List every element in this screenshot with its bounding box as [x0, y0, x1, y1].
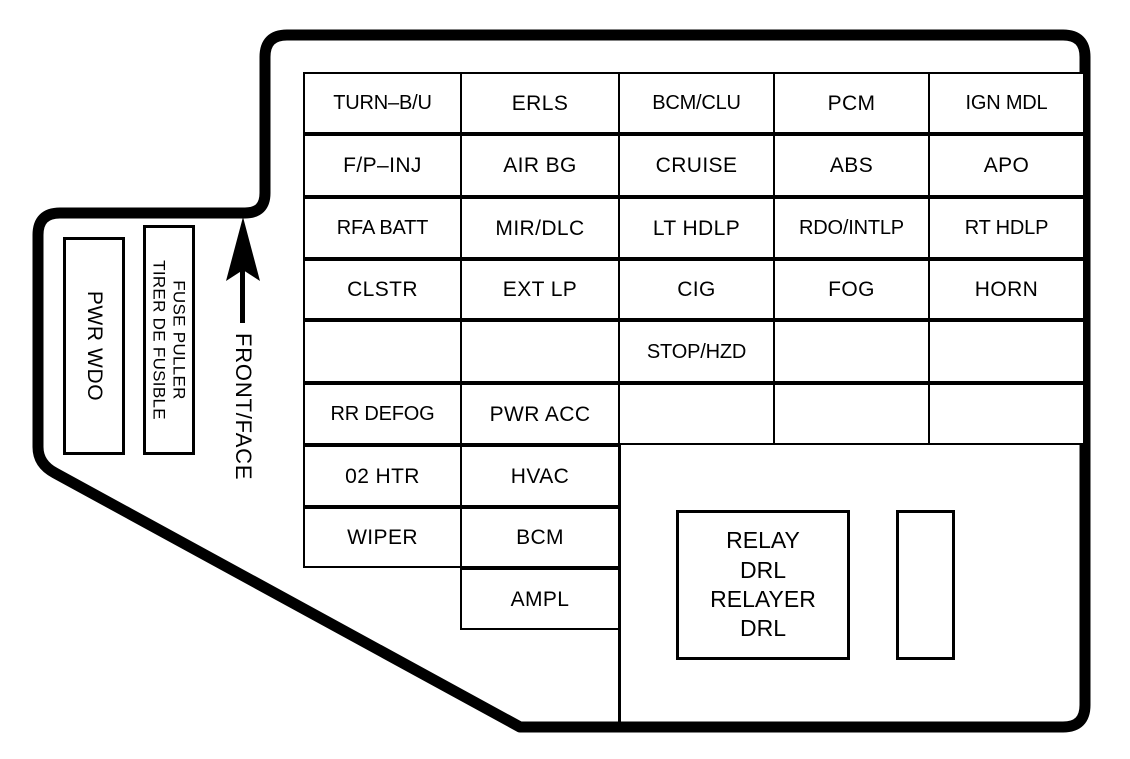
fuse-cell-empty[interactable]	[773, 320, 930, 383]
front-face-label: FRONT/FACE	[231, 333, 256, 481]
relay-drl-line-1: RELAY	[726, 527, 800, 554]
up-arrow-icon	[226, 217, 260, 323]
fuse-cell-empty[interactable]	[928, 383, 1085, 445]
relay-drl-line-3: RELAYER	[710, 586, 816, 612]
fuse-cell[interactable]: STOP/HZD	[618, 320, 775, 383]
fuse-cell[interactable]: ABS	[773, 134, 930, 197]
fuse-cell[interactable]: 02 HTR	[303, 445, 462, 507]
fuse-cell[interactable]: HVAC	[460, 445, 620, 507]
fuse-cell-empty[interactable]	[618, 383, 775, 445]
module-relay-drl[interactable]: RELAY DRL RELAYER DRL	[676, 510, 850, 660]
fuse-cell-empty[interactable]	[773, 383, 930, 445]
fuse-cell[interactable]: TURN–B/U	[303, 72, 462, 134]
fuse-cell[interactable]: EXT LP	[460, 259, 620, 320]
fuse-puller-line-1: FUSE PULLER	[169, 280, 189, 400]
fuse-cell[interactable]: CLSTR	[303, 259, 462, 320]
fuse-cell[interactable]: PCM	[773, 72, 930, 134]
module-pwr-wdo[interactable]: PWR WDO	[63, 237, 125, 455]
fuse-cell[interactable]: BCM/CLU	[618, 72, 775, 134]
module-pwr-wdo-label: PWR WDO	[82, 291, 106, 401]
fuse-puller-line-2: TIRER DE FUSIBLE	[150, 260, 169, 420]
fuse-cell[interactable]: PWR ACC	[460, 383, 620, 445]
fuse-cell[interactable]: FOG	[773, 259, 930, 320]
module-fuse-puller-label: FUSE PULLER TIRER DE FUSIBLE	[149, 260, 189, 420]
fuse-cell[interactable]: CRUISE	[618, 134, 775, 197]
fuse-cell[interactable]: AMPL	[460, 568, 620, 630]
fuse-cell[interactable]: APO	[928, 134, 1085, 197]
pwr-wdo-line-1: PWR WDO	[83, 290, 107, 402]
bay-divider-line	[618, 443, 621, 727]
fuse-cell-empty[interactable]	[303, 320, 462, 383]
fuse-cell[interactable]: BCM	[460, 507, 620, 568]
fuse-cell[interactable]: WIPER	[303, 507, 462, 568]
module-empty-relay-slot[interactable]	[896, 510, 955, 660]
relay-drl-line-2: DRL	[739, 556, 786, 583]
fuse-cell-empty[interactable]	[460, 320, 620, 383]
fuse-cell[interactable]: F/P–INJ	[303, 134, 462, 197]
fuse-cell[interactable]: CIG	[618, 259, 775, 320]
fuse-cell[interactable]: RDO/INTLP	[773, 197, 930, 259]
fuse-cell[interactable]: RR DEFOG	[303, 383, 462, 445]
relay-drl-line-4: DRL	[739, 615, 786, 642]
fuse-cell-empty[interactable]	[928, 320, 1085, 383]
fuse-cell[interactable]: ERLS	[460, 72, 620, 134]
fuse-cell[interactable]: RFA BATT	[303, 197, 462, 259]
module-fuse-puller[interactable]: FUSE PULLER TIRER DE FUSIBLE	[143, 225, 195, 455]
fuse-cell[interactable]: AIR BG	[460, 134, 620, 197]
fuse-cell[interactable]: IGN MDL	[928, 72, 1085, 134]
fuse-cell[interactable]: MIR/DLC	[460, 197, 620, 259]
fuse-cell[interactable]: LT HDLP	[618, 197, 775, 259]
fuse-cell[interactable]: HORN	[928, 259, 1085, 320]
fuse-cell[interactable]: RT HDLP	[928, 197, 1085, 259]
fuse-box-diagram: PWR WDO FUSE PULLER TIRER DE FUSIBLE FRO…	[0, 0, 1130, 759]
